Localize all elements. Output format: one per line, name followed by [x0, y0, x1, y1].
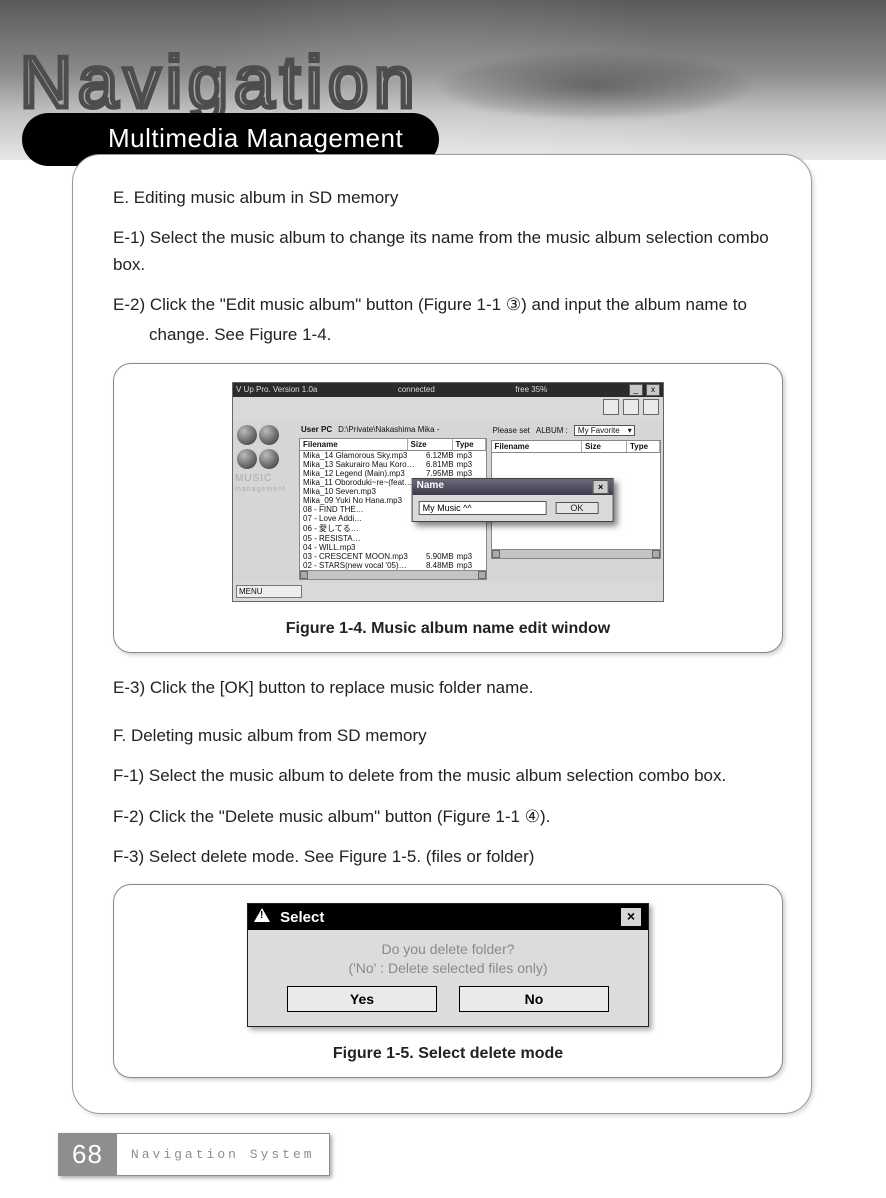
table-row[interactable]: 05 - RESISTA… — [300, 534, 486, 543]
table-row[interactable]: Mika_14 Glamorous Sky.mp36.12MBmp3 — [300, 451, 486, 460]
close-icon[interactable]: x — [646, 384, 660, 396]
fig14-album-label: ALBUM : — [536, 426, 568, 435]
step-f2: F-2) Click the "Delete music album" butt… — [113, 804, 783, 830]
col-size[interactable]: Size — [408, 439, 453, 450]
fig14-path: D:\Private\Nakashima Mika - — [338, 425, 439, 434]
page-footer: 68 Navigation System — [58, 1133, 330, 1176]
fig14-brand2: management — [235, 486, 295, 493]
fig14-please-set: Please set — [493, 426, 530, 435]
table-row[interactable]: 03 - CRESCENT MOON.mp35.90MBmp3 — [300, 552, 486, 561]
table-row[interactable]: Mika_13 Sakurairo Mau Koro…6.81MBmp3 — [300, 460, 486, 469]
step-f3: F-3) Select delete mode. See Figure 1-5.… — [113, 844, 783, 870]
figure-1-4: V Up Pro. Version 1.0a connected free 35… — [113, 363, 783, 653]
no-button[interactable]: No — [459, 986, 609, 1012]
step-e2-line2: change. See Figure 1-4. — [113, 322, 331, 348]
step-e3: E-3) Click the [OK] button to replace mu… — [113, 675, 783, 701]
table-row[interactable]: 04 - WILL.mp3 — [300, 543, 486, 552]
fig14-freespace: free 35% — [515, 385, 547, 394]
fig14-brand1: MUSIC — [235, 473, 295, 484]
h-scrollbar-r[interactable] — [492, 549, 660, 558]
toolbar-icon-3[interactable] — [643, 399, 659, 415]
fig15-dialog: Select × Do you delete folder? ('No' : D… — [247, 903, 649, 1027]
col-type-r[interactable]: Type — [627, 441, 660, 452]
footer-label: Navigation System — [117, 1133, 330, 1176]
step-f1: F-1) Select the music album to delete fr… — [113, 763, 783, 789]
step-e1: E-1) Select the music album to change it… — [113, 225, 783, 278]
step-e2-line1: E-2) Click the "Edit music album" button… — [113, 292, 783, 318]
fig14-name-input[interactable] — [419, 501, 547, 515]
fig14-album-combo[interactable]: My Favorite — [574, 425, 635, 436]
close-icon[interactable]: × — [593, 480, 609, 494]
col-filename[interactable]: Filename — [300, 439, 408, 450]
fig15-msg1: Do you delete folder? — [381, 941, 514, 957]
fig14-modal-title: Name — [417, 480, 444, 494]
fig14-logo: MUSIC management — [235, 423, 295, 580]
body-text: E. Editing music album in SD memory E-1)… — [113, 185, 783, 349]
table-row[interactable]: 02 - STARS(new vocal '05)…8.48MBmp3 — [300, 561, 486, 570]
fig14-title: V Up Pro. Version 1.0a — [236, 385, 317, 394]
fig15-caption: Figure 1-5. Select delete mode — [132, 1045, 764, 1063]
toolbar-icon-1[interactable] — [603, 399, 619, 415]
close-icon[interactable]: × — [620, 907, 642, 927]
yes-button[interactable]: Yes — [287, 986, 437, 1012]
brand-wordmark: Navigation — [20, 42, 420, 124]
page-number: 68 — [58, 1133, 117, 1176]
fig14-userpc-label: User PC — [301, 425, 332, 434]
warning-icon — [254, 908, 270, 922]
fig15-title: Select — [280, 909, 324, 926]
col-size-r[interactable]: Size — [582, 441, 627, 452]
table-row[interactable]: 06 - 愛してる… — [300, 523, 486, 534]
heading-e: E. Editing music album in SD memory — [113, 185, 783, 211]
fig14-status: connected — [398, 385, 435, 394]
col-filename-r[interactable]: Filename — [492, 441, 582, 452]
table-row[interactable]: Mika_12 Legend (Main).mp37.95MBmp3 — [300, 469, 486, 478]
h-scrollbar[interactable] — [300, 570, 486, 579]
content-frame: E. Editing music album in SD memory E-1)… — [72, 154, 812, 1114]
fig14-menu-button[interactable]: MENU — [236, 585, 302, 598]
heading-f: F. Deleting music album from SD memory — [113, 723, 783, 749]
toolbar-icon-2[interactable] — [623, 399, 639, 415]
body-text-2: E-3) Click the [OK] button to replace mu… — [113, 675, 783, 871]
fig14-caption: Figure 1-4. Music album name edit window — [132, 620, 764, 638]
fig15-msg2: ('No' : Delete selected files only) — [348, 960, 547, 976]
minimize-icon[interactable]: _ — [629, 384, 643, 396]
figure-1-5: Select × Do you delete folder? ('No' : D… — [113, 884, 783, 1078]
fig14-name-dialog: Name × OK — [412, 478, 614, 522]
col-type[interactable]: Type — [453, 439, 486, 450]
ok-button[interactable]: OK — [555, 502, 598, 514]
